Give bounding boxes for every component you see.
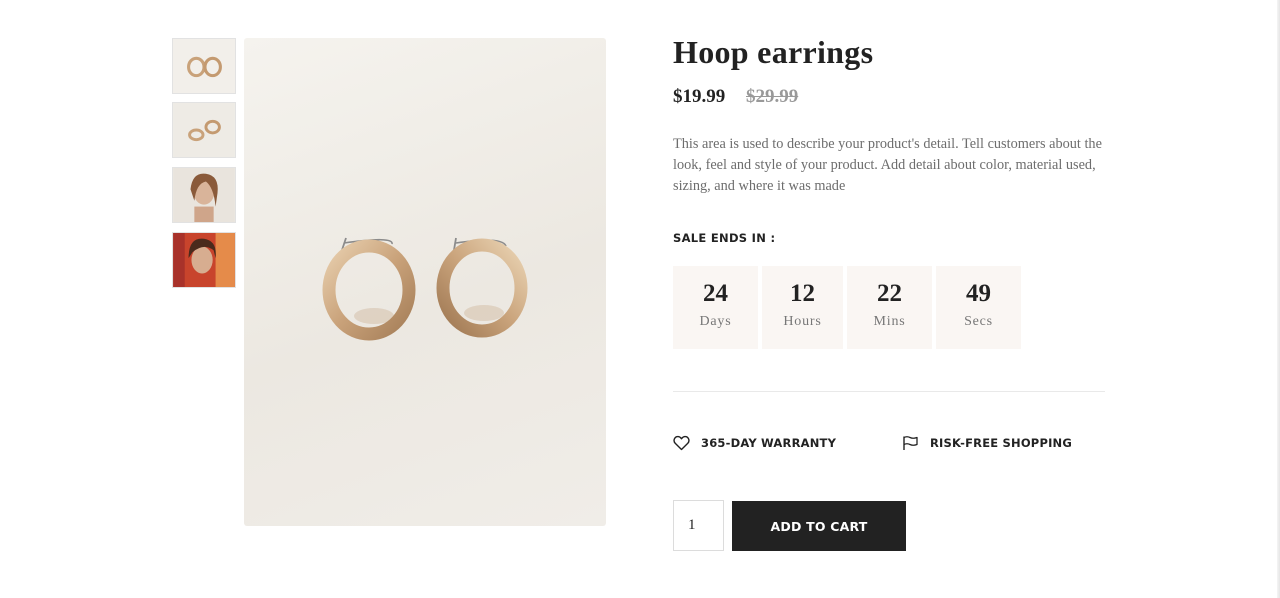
main-product-image[interactable] [244,38,606,526]
thumbnail-earrings-angled[interactable] [172,102,236,158]
countdown-mins: 22 Mins [847,266,932,349]
product-description: This area is used to describe your produ… [673,136,1102,194]
compare-at-price: $29.99 [746,86,799,107]
countdown-value: 12 [790,280,815,307]
feature-warranty: 365-DAY WARRANTY [673,434,836,452]
thumbnail-earrings-top[interactable] [172,38,236,94]
thumbnail-model-wearing[interactable] [172,232,236,288]
countdown-unit: Secs [964,314,993,329]
quantity-input[interactable] [673,500,724,551]
sale-price: $19.99 [673,86,726,107]
add-to-cart-button[interactable]: ADD TO CART [732,501,906,551]
countdown-value: 49 [966,280,991,307]
countdown-unit: Mins [873,314,906,329]
thumbnail-model-portrait[interactable] [172,167,236,223]
countdown-unit: Days [699,314,732,329]
section-divider [673,391,1105,392]
feature-label: RISK-FREE SHOPPING [930,436,1073,450]
countdown-secs: 49 Secs [936,266,1021,349]
countdown-hours: 12 Hours [762,266,843,349]
countdown-days: 24 Days [673,266,758,349]
heart-icon [673,435,690,451]
feature-label: 365-DAY WARRANTY [701,436,837,450]
countdown-unit: Hours [783,314,822,329]
feature-risk-free: RISK-FREE SHOPPING [902,434,1072,452]
sale-ends-label: SALE ENDS IN : [673,231,776,245]
countdown-value: 22 [877,280,902,307]
product-title: Hoop earrings [673,34,874,70]
countdown-value: 24 [703,280,728,307]
flag-icon [902,435,919,451]
